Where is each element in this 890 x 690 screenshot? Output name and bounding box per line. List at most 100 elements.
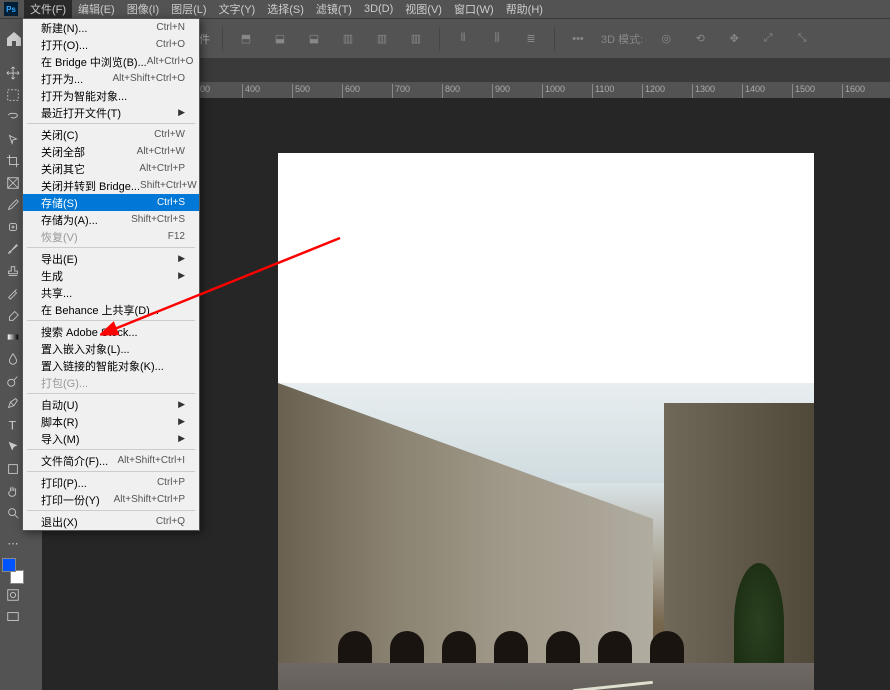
gradient-tool[interactable] xyxy=(2,326,24,348)
menu-item-label: 生成 xyxy=(41,268,63,284)
menu-item[interactable]: 打开(O)...Ctrl+O xyxy=(23,36,199,53)
foreground-color[interactable] xyxy=(2,558,16,572)
distribute-h-icon[interactable]: ⫴ xyxy=(452,28,474,50)
zoom-tool[interactable] xyxy=(2,502,24,524)
menu-item[interactable]: 生成 ▶ xyxy=(23,267,199,284)
menu-item-shortcut: Alt+Ctrl+P xyxy=(139,163,185,174)
menu-type[interactable]: 文字(Y) xyxy=(213,0,262,19)
menu-item[interactable]: 关闭其它Alt+Ctrl+P xyxy=(23,160,199,177)
menu-layer[interactable]: 图层(L) xyxy=(165,0,212,19)
menu-item[interactable]: 自动(U)▶ xyxy=(23,396,199,413)
history-brush-tool[interactable] xyxy=(2,282,24,304)
menu-item[interactable]: 关闭(C)Ctrl+W xyxy=(23,126,199,143)
frame-tool[interactable] xyxy=(2,172,24,194)
align-left-icon[interactable]: ▥ xyxy=(337,28,359,50)
menu-item[interactable]: 置入嵌入对象(L)... xyxy=(23,340,199,357)
lasso-tool[interactable] xyxy=(2,106,24,128)
menu-item[interactable]: 打开为智能对象... xyxy=(23,87,199,104)
menu-window[interactable]: 窗口(W) xyxy=(448,0,500,19)
menu-item[interactable]: 打开为...Alt+Shift+Ctrl+O xyxy=(23,70,199,87)
home-icon[interactable] xyxy=(6,31,22,47)
menu-item[interactable]: 关闭并转到 Bridge...Shift+Ctrl+W xyxy=(23,177,199,194)
menu-item[interactable]: 存储(S)Ctrl+S xyxy=(23,194,199,211)
pen-tool[interactable] xyxy=(2,392,24,414)
hand-tool[interactable] xyxy=(2,480,24,502)
align-top-icon[interactable]: ⬒ xyxy=(235,28,257,50)
menu-item[interactable]: 在 Behance 上共享(D)... xyxy=(23,301,199,318)
stamp-tool[interactable] xyxy=(2,260,24,282)
submenu-arrow-icon: ▶ xyxy=(178,270,185,281)
menu-item[interactable]: 打印(P)...Ctrl+P xyxy=(23,474,199,491)
menu-filter[interactable]: 滤镜(T) xyxy=(310,0,358,19)
ruler-tick: 1600 xyxy=(842,84,865,98)
menu-help[interactable]: 帮助(H) xyxy=(500,0,549,19)
menu-item-shortcut: Ctrl+N xyxy=(156,22,185,33)
eraser-tool[interactable] xyxy=(2,304,24,326)
menu-item-label: 打包(G)... xyxy=(41,375,88,391)
menu-item-shortcut: F12 xyxy=(168,231,185,242)
menu-item[interactable]: 导出(E)▶ xyxy=(23,250,199,267)
3d-roll-icon[interactable]: ⟲ xyxy=(689,28,711,50)
menu-edit[interactable]: 编辑(E) xyxy=(72,0,121,19)
3d-slide-icon[interactable]: ⤢ xyxy=(757,28,779,50)
menu-item[interactable]: 置入链接的智能对象(K)... xyxy=(23,357,199,374)
ruler-tick: 1200 xyxy=(642,84,665,98)
background-color[interactable] xyxy=(10,570,24,584)
crop-tool[interactable] xyxy=(2,150,24,172)
brush-tool[interactable] xyxy=(2,238,24,260)
shape-tool[interactable] xyxy=(2,458,24,480)
menu-item[interactable]: 新建(N)...Ctrl+N xyxy=(23,19,199,36)
menu-item-shortcut: Shift+Ctrl+S xyxy=(131,214,185,225)
blur-tool[interactable] xyxy=(2,348,24,370)
menu-item-label: 最近打开文件(T) xyxy=(41,105,121,121)
menu-item[interactable]: 关闭全部Alt+Ctrl+W xyxy=(23,143,199,160)
menu-item[interactable]: 搜索 Adobe Stock... xyxy=(23,323,199,340)
menu-item-label: 共享... xyxy=(41,285,72,301)
distribute-icon[interactable]: ≣ xyxy=(520,28,542,50)
menu-image[interactable]: 图像(I) xyxy=(121,0,165,19)
marquee-tool[interactable] xyxy=(2,84,24,106)
eyedropper-tool[interactable] xyxy=(2,194,24,216)
move-tool[interactable] xyxy=(2,62,24,84)
menu-separator xyxy=(27,510,195,511)
align-hcenter-icon[interactable]: ▥ xyxy=(371,28,393,50)
color-swatches[interactable] xyxy=(2,558,24,584)
separator xyxy=(554,27,555,51)
menu-item[interactable]: 最近打开文件(T)▶ xyxy=(23,104,199,121)
ruler-tick: 800 xyxy=(442,84,460,98)
type-tool[interactable]: T xyxy=(2,414,24,436)
3d-orbit-icon[interactable]: ◎ xyxy=(655,28,677,50)
3d-scale-icon[interactable]: ⤡ xyxy=(791,28,813,50)
document[interactable] xyxy=(278,153,814,690)
quick-select-tool[interactable] xyxy=(2,128,24,150)
align-bottom-icon[interactable]: ⬓ xyxy=(303,28,325,50)
menu-view[interactable]: 视图(V) xyxy=(399,0,448,19)
distribute-v-icon[interactable]: ⫼ xyxy=(486,28,508,50)
menu-item-label: 打开为... xyxy=(41,71,83,87)
menu-item[interactable]: 共享... xyxy=(23,284,199,301)
menu-item-label: 关闭(C) xyxy=(41,127,78,143)
menu-item[interactable]: 文件简介(F)...Alt+Shift+Ctrl+I xyxy=(23,452,199,469)
quick-mask-icon[interactable] xyxy=(2,584,24,606)
dodge-tool[interactable] xyxy=(2,370,24,392)
ruler-tick: 1100 xyxy=(592,84,614,98)
menu-item[interactable]: 导入(M)▶ xyxy=(23,430,199,447)
healing-tool[interactable] xyxy=(2,216,24,238)
menu-item[interactable]: 在 Bridge 中浏览(B)...Alt+Ctrl+O xyxy=(23,53,199,70)
align-right-icon[interactable]: ▥ xyxy=(405,28,427,50)
menu-item-shortcut: Ctrl+S xyxy=(157,197,185,208)
align-vcenter-icon[interactable]: ⬓ xyxy=(269,28,291,50)
menu-3d[interactable]: 3D(D) xyxy=(358,1,399,17)
screen-mode-icon[interactable] xyxy=(2,606,24,628)
menu-file[interactable]: 文件(F) xyxy=(24,0,72,19)
path-select-tool[interactable] xyxy=(2,436,24,458)
submenu-arrow-icon: ▶ xyxy=(178,399,185,410)
3d-pan-icon[interactable]: ✥ xyxy=(723,28,745,50)
menu-item[interactable]: 打印一份(Y)Alt+Shift+Ctrl+P xyxy=(23,491,199,508)
edit-toolbar-icon[interactable]: ⋯ xyxy=(2,532,24,554)
menu-item[interactable]: 存储为(A)...Shift+Ctrl+S xyxy=(23,211,199,228)
menu-item[interactable]: 脚本(R)▶ xyxy=(23,413,199,430)
menu-select[interactable]: 选择(S) xyxy=(261,0,310,19)
more-icon[interactable]: ••• xyxy=(567,28,589,50)
menu-item[interactable]: 退出(X)Ctrl+Q xyxy=(23,513,199,530)
